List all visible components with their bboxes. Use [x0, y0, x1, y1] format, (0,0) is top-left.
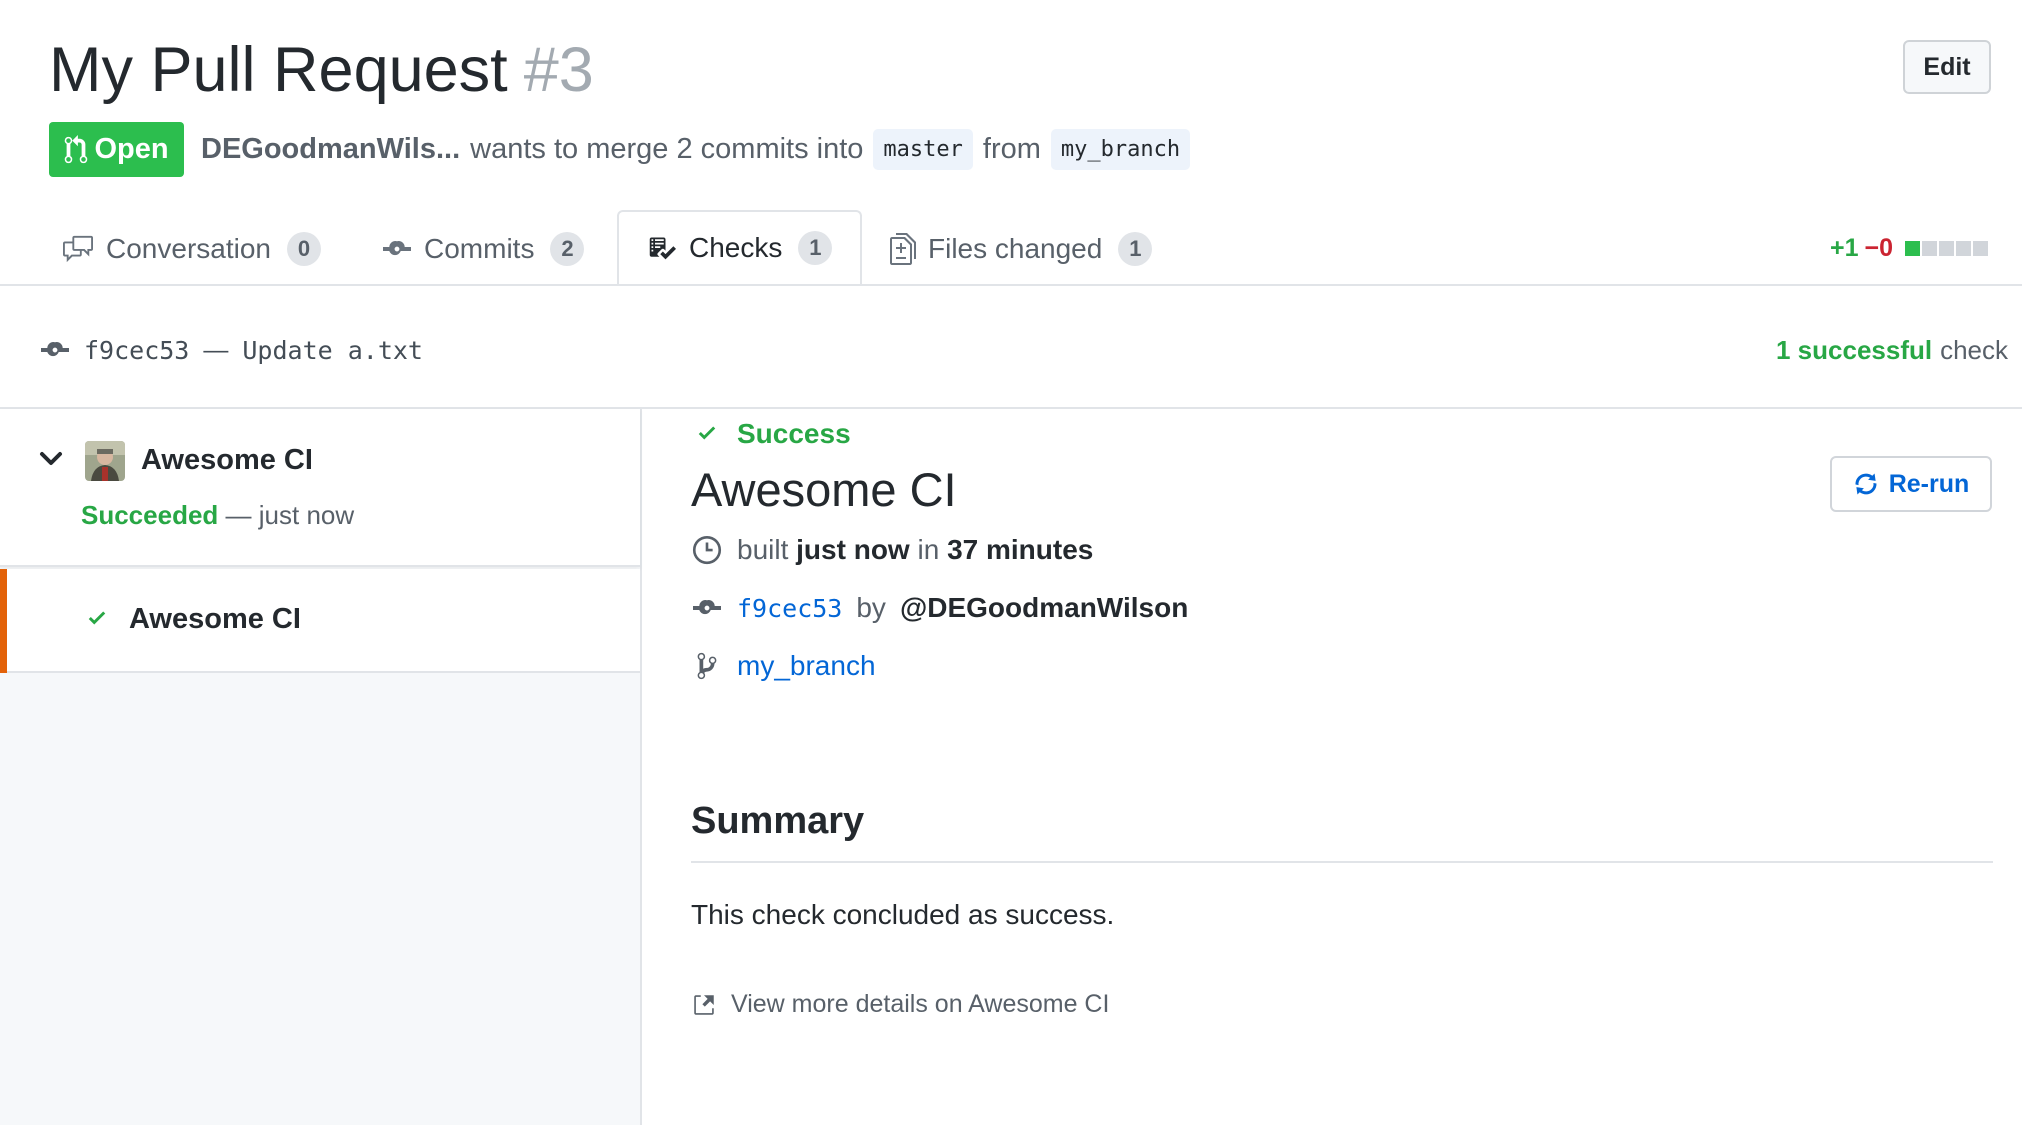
- tab-commits[interactable]: Commits 2: [382, 213, 585, 285]
- built-mid: in: [917, 534, 940, 565]
- detail-author[interactable]: @DEGoodmanWilson: [900, 592, 1188, 624]
- git-pull-request-icon: [64, 134, 88, 165]
- check-summary-suffix: check: [1940, 334, 2009, 365]
- check-suite-app-name: Awesome CI: [141, 444, 313, 476]
- selected-run-indicator: [0, 569, 7, 673]
- check-suite-header[interactable]: [0, 409, 640, 567]
- pr-author-link[interactable]: DEGoodmanWils...: [201, 133, 460, 166]
- pr-state-badge: Open: [49, 122, 184, 177]
- check-run-name: Awesome CI: [129, 603, 301, 635]
- base-branch[interactable]: master: [873, 129, 973, 170]
- summary-divider: [691, 861, 1993, 863]
- diffstat-block: [1905, 241, 1921, 256]
- merge-text: wants to merge 2 commits into: [470, 133, 864, 165]
- diffstat-block: [1922, 241, 1938, 256]
- tab-commits-label: Commits: [424, 233, 535, 264]
- by-text: by: [856, 592, 886, 623]
- rerun-button[interactable]: Re-run: [1830, 456, 1992, 512]
- tab-checks-label: Checks: [689, 232, 783, 263]
- checklist-icon: [647, 234, 677, 262]
- commit-message: Update a.txt: [242, 335, 423, 365]
- git-commit-icon: [40, 340, 70, 360]
- tab-conversation[interactable]: Conversation 0: [62, 213, 321, 285]
- diffstat-block: [1973, 241, 1989, 256]
- diff-deletions: −0: [1864, 234, 1894, 262]
- commit-row: f9cec53 — Update a.txt: [40, 330, 423, 370]
- git-branch-icon: [691, 651, 723, 681]
- detail-commit-sha[interactable]: f9cec53: [737, 594, 842, 623]
- clock-icon: [691, 535, 723, 565]
- diffstat-block: [1956, 241, 1972, 256]
- built-text: built just now in 37 minutes: [737, 534, 1093, 566]
- pr-title-text: My Pull Request: [49, 35, 508, 105]
- tab-conversation-count: 0: [286, 232, 321, 266]
- file-diff-icon: [890, 233, 916, 265]
- built-row: built just now in 37 minutes: [691, 530, 1093, 570]
- commit-separator: —: [203, 335, 229, 364]
- built-when: just now: [796, 534, 910, 565]
- check-icon: [84, 608, 110, 630]
- summary-heading: Summary: [691, 800, 865, 842]
- diff-additions: +1: [1830, 234, 1859, 262]
- check-suite-status-label: Succeeded: [81, 500, 219, 530]
- tab-files-count: 1: [1118, 232, 1153, 266]
- detail-branch-link[interactable]: my_branch: [737, 650, 876, 682]
- diffstat: +1 −0: [1830, 234, 1989, 263]
- merge-summary: DEGoodmanWils... wants to merge 2 commit…: [201, 122, 1191, 177]
- tabs-divider: [0, 284, 2022, 286]
- chevron-down-icon[interactable]: [38, 448, 64, 470]
- tab-checks[interactable]: Checks 1: [617, 210, 863, 284]
- pr-number: #3: [523, 35, 594, 105]
- result-label: Success: [737, 418, 851, 449]
- check-summary-count: 1 successful: [1776, 334, 1933, 365]
- tab-checks-count: 1: [798, 231, 833, 265]
- commit-sha[interactable]: f9cec53: [84, 336, 189, 365]
- commit-detail-row: f9cec53 by @DEGoodmanWilson: [691, 588, 1188, 628]
- view-details-link[interactable]: View more details on Awesome CI: [691, 990, 1109, 1019]
- link-external-icon: [691, 992, 717, 1018]
- view-details-label: View more details on Awesome CI: [731, 990, 1110, 1018]
- branch-row: my_branch: [691, 646, 876, 686]
- tab-commits-count: 2: [550, 232, 585, 266]
- sync-icon: [1853, 470, 1879, 498]
- tab-files-changed[interactable]: Files changed 1: [890, 213, 1153, 285]
- check-suite-status-time: — just now: [225, 500, 355, 530]
- from-text: from: [982, 133, 1041, 165]
- built-duration: 37 minutes: [947, 534, 1094, 565]
- edit-button[interactable]: Edit: [1903, 40, 1991, 94]
- diffstat-blocks: [1905, 241, 1989, 256]
- result-row: Success: [691, 414, 851, 454]
- check-suite-status: Succeeded — just now: [81, 500, 354, 531]
- tab-files-label: Files changed: [928, 233, 1103, 264]
- summary-text: This check concluded as success.: [691, 899, 1115, 930]
- pr-title: My Pull Request #3: [49, 28, 594, 112]
- tab-conversation-label: Conversation: [106, 233, 271, 264]
- app-avatar: [85, 441, 125, 481]
- diffstat-block: [1939, 241, 1955, 256]
- comment-discussion-icon: [62, 234, 94, 264]
- git-commit-icon: [382, 239, 412, 259]
- check-run-title: Awesome CI: [691, 463, 957, 516]
- built-prefix: built: [737, 534, 789, 565]
- pr-state-label: Open: [94, 133, 169, 165]
- check-summary: 1 successful check: [1776, 330, 2008, 370]
- head-branch[interactable]: my_branch: [1050, 129, 1191, 170]
- git-commit-icon: [691, 598, 723, 618]
- rerun-label: Re-run: [1888, 469, 1970, 498]
- check-icon: [691, 423, 723, 445]
